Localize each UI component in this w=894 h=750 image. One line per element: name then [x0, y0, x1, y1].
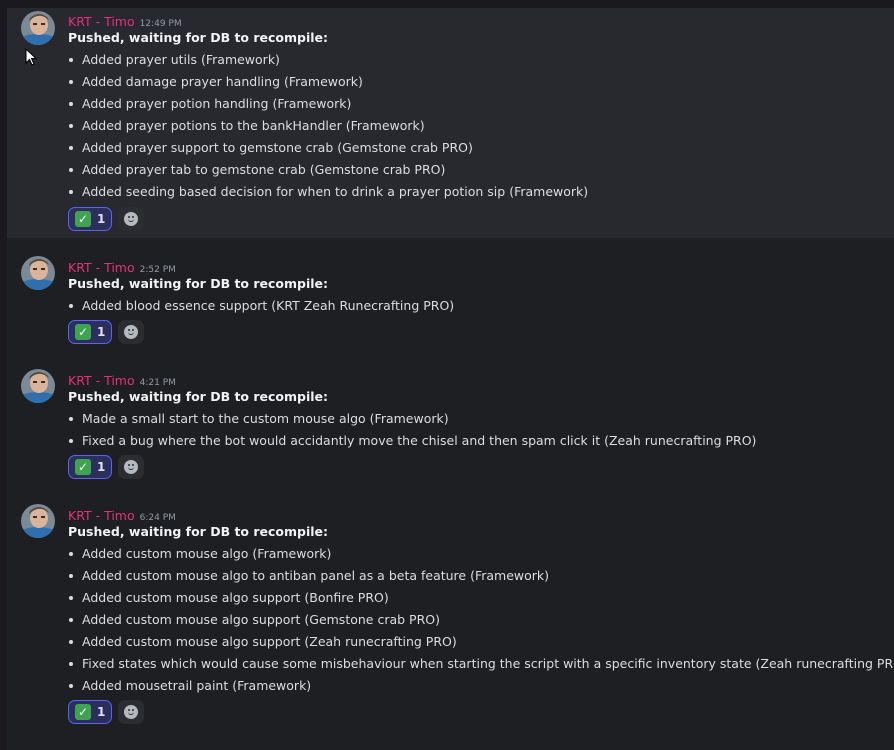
check-reaction-button[interactable]: ✓ 1 [68, 207, 112, 231]
changelog-list: Added prayer utils (Framework) Added dam… [68, 52, 588, 206]
changelog-list: Added blood essence support (KRT Zeah Ru… [68, 298, 454, 320]
list-item: Added prayer tab to gemstone crab (Gemst… [68, 162, 588, 184]
avatar[interactable] [21, 504, 55, 538]
avatar[interactable] [21, 256, 55, 290]
avatar[interactable] [21, 11, 55, 45]
timestamp[interactable]: 12:49 PM [140, 19, 182, 29]
list-item: Added damage prayer handling (Framework) [68, 74, 588, 96]
changelog-list: Added custom mouse algo (Framework) Adde… [68, 546, 894, 700]
check-reaction-button[interactable]: ✓ 1 [68, 700, 112, 724]
add-reaction-button[interactable] [118, 207, 144, 231]
list-item: Added seeding based decision for when to… [68, 184, 588, 206]
message-headline: Pushed, waiting for DB to recompile: [68, 30, 329, 45]
avatar[interactable] [21, 369, 55, 403]
list-item: Added prayer potion handling (Framework) [68, 96, 588, 118]
list-item: Added prayer support to gemstone crab (G… [68, 140, 588, 162]
check-reaction-button[interactable]: ✓ 1 [68, 455, 112, 479]
smiley-icon [124, 212, 138, 226]
add-reaction-button[interactable] [118, 700, 144, 724]
list-item: Added mousetrail paint (Framework) [68, 678, 894, 700]
message: KRT - Timo 4:21 PM Pushed, waiting for DB… [7, 367, 894, 492]
list-item: Added custom mouse algo support (Zeah ru… [68, 634, 894, 656]
list-item: Added blood essence support (KRT Zeah Ru… [68, 298, 454, 320]
add-reaction-button[interactable] [118, 455, 144, 479]
reaction-count: 1 [97, 460, 106, 474]
timestamp[interactable]: 2:52 PM [140, 265, 176, 275]
avatar-image [21, 504, 55, 538]
list-item: Fixed a bug where the bot would accidant… [68, 433, 756, 455]
list-item: Added custom mouse algo support (Gemston… [68, 612, 894, 634]
changelog-list: Made a small start to the custom mouse a… [68, 411, 756, 455]
mouse-cursor-icon [25, 48, 37, 66]
message-header: KRT - Timo 6:24 PM [68, 505, 176, 523]
avatar-image [21, 256, 55, 290]
smiley-icon [124, 705, 138, 719]
smiley-icon [124, 460, 138, 474]
list-item: Added custom mouse algo support (Bonfire… [68, 590, 894, 612]
message: KRT - Timo 12:49 PM Pushed, waiting for D… [7, 8, 894, 238]
message-header: KRT - Timo 4:21 PM [68, 370, 176, 388]
list-item: Added custom mouse algo (Framework) [68, 546, 894, 568]
smiley-icon [124, 325, 138, 339]
list-item: Added prayer potions to the bankHandler … [68, 118, 588, 140]
message-headline: Pushed, waiting for DB to recompile: [68, 276, 329, 291]
message: KRT - Timo 2:52 PM Pushed, waiting for DB… [7, 254, 894, 354]
reaction-count: 1 [97, 325, 106, 339]
list-item: Added prayer utils (Framework) [68, 52, 588, 74]
reaction-count: 1 [97, 705, 106, 719]
list-item: Fixed states which would cause some misb… [68, 656, 894, 678]
avatar-image [21, 369, 55, 403]
author-name[interactable]: KRT - Timo [68, 14, 135, 29]
message-header: KRT - Timo 12:49 PM [68, 11, 182, 29]
timestamp[interactable]: 6:24 PM [140, 513, 176, 523]
add-reaction-button[interactable] [118, 320, 144, 344]
message-list: KRT - Timo 12:49 PM Pushed, waiting for D… [7, 8, 894, 750]
author-name[interactable]: KRT - Timo [68, 373, 135, 388]
avatar-image [21, 11, 55, 45]
message-headline: Pushed, waiting for DB to recompile: [68, 389, 329, 404]
check-mark-icon: ✓ [75, 459, 91, 475]
message: KRT - Timo 6:24 PM Pushed, waiting for DB… [7, 502, 894, 742]
check-mark-icon: ✓ [75, 704, 91, 720]
check-reaction-button[interactable]: ✓ 1 [68, 320, 112, 344]
reaction-count: 1 [97, 212, 106, 226]
check-mark-icon: ✓ [75, 211, 91, 227]
list-item: Added custom mouse algo to antiban panel… [68, 568, 894, 590]
message-header: KRT - Timo 2:52 PM [68, 257, 176, 275]
timestamp[interactable]: 4:21 PM [140, 378, 176, 388]
author-name[interactable]: KRT - Timo [68, 508, 135, 523]
author-name[interactable]: KRT - Timo [68, 260, 135, 275]
message-headline: Pushed, waiting for DB to recompile: [68, 524, 329, 539]
check-mark-icon: ✓ [75, 324, 91, 340]
list-item: Made a small start to the custom mouse a… [68, 411, 756, 433]
